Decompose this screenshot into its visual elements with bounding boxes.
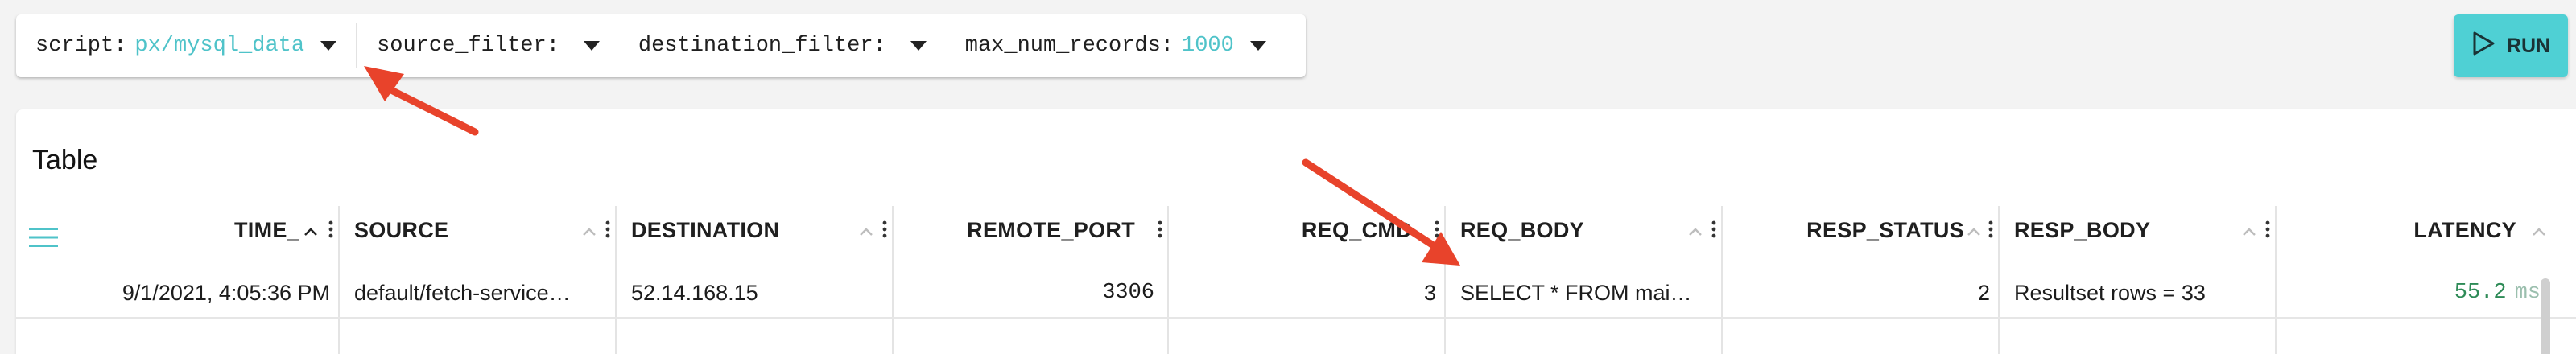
chevron-up-icon[interactable] — [2243, 225, 2256, 240]
cell-source: default/fetch-service… — [354, 280, 571, 305]
column-header-remote-port[interactable]: REMOTE_PORT — [908, 206, 1135, 254]
arg-source-filter[interactable]: source_filter: — [357, 14, 619, 77]
caret-down-icon[interactable] — [320, 41, 337, 51]
table-row[interactable]: 9/1/2021, 4:05:36 PM default/fetch-servi… — [16, 267, 2576, 319]
cell-resp-body: Resultset rows = 33 — [2014, 280, 2206, 305]
arg-max-num-records-value[interactable]: 1000 — [1182, 34, 1234, 58]
column-header-label: TIME_ — [233, 217, 299, 242]
kebab-icon[interactable] — [1711, 220, 1716, 242]
column-header-label: SOURCE — [354, 217, 449, 242]
kebab-icon[interactable] — [882, 220, 887, 242]
column-header-latency[interactable]: LATENCY — [2291, 206, 2516, 254]
table-panel: Table TIME_ SOURCE DESTINATION REMOTE_PO… — [16, 109, 2576, 354]
column-header-label: RESP_STATUS — [1806, 217, 1964, 242]
kebab-icon[interactable] — [1435, 220, 1439, 242]
column-header-label: REQ_BODY — [1460, 217, 1584, 242]
chevron-up-icon[interactable] — [304, 225, 317, 240]
arg-source-filter-key: source_filter: — [377, 34, 559, 58]
kebab-icon[interactable] — [605, 220, 610, 242]
panel-title: Table — [32, 145, 98, 175]
chevron-up-icon[interactable] — [1689, 225, 1702, 240]
caret-down-icon[interactable] — [910, 41, 927, 51]
cell-req-body: SELECT * FROM mai… — [1460, 280, 1692, 305]
kebab-icon[interactable] — [328, 220, 333, 242]
cell-time: 9/1/2021, 4:05:36 PM — [122, 280, 330, 305]
caret-down-icon[interactable] — [1249, 41, 1266, 51]
cell-latency: 55.2 ms — [2291, 267, 2541, 319]
column-header-label: LATENCY — [2413, 217, 2516, 242]
cell-destination: 52.14.168.15 — [631, 280, 758, 305]
latency-value: 55.2 — [2454, 281, 2507, 305]
cell-remote-port: 3306 — [1102, 281, 1154, 305]
kebab-icon[interactable] — [1158, 220, 1162, 242]
column-header-label: DESTINATION — [631, 217, 780, 242]
chevron-up-icon[interactable] — [583, 225, 596, 240]
arg-script[interactable]: script: px/mysql_data — [16, 14, 356, 77]
latency-unit: ms — [2514, 281, 2541, 305]
run-button[interactable]: RUN — [2454, 14, 2568, 77]
arg-destination-filter-key: destination_filter: — [638, 34, 886, 58]
arg-max-num-records-key: max_num_records: — [964, 34, 1174, 58]
cell-resp-status: 2 — [1977, 280, 1990, 305]
kebab-icon[interactable] — [1988, 220, 1993, 242]
script-args-toolbar: script: px/mysql_data source_filter: des… — [16, 14, 1306, 77]
caret-down-icon[interactable] — [583, 41, 600, 51]
column-header-label: REMOTE_PORT — [967, 217, 1135, 242]
chevron-up-icon[interactable] — [860, 225, 873, 240]
run-label: RUN — [2506, 34, 2551, 57]
cell-req-cmd: 3 — [1423, 280, 1436, 305]
column-header-time[interactable]: TIME_ — [64, 206, 299, 254]
play-icon — [2471, 31, 2496, 62]
column-header-source[interactable]: SOURCE — [354, 206, 588, 254]
kebab-icon[interactable] — [2265, 220, 2270, 242]
chevron-up-icon[interactable] — [1967, 225, 1980, 240]
table-header: TIME_ SOURCE DESTINATION REMOTE_PORT REQ… — [16, 206, 2576, 354]
chevron-up-icon[interactable] — [2533, 225, 2545, 240]
column-header-label: REQ_CMD — [1301, 217, 1412, 242]
column-header-req-cmd[interactable]: REQ_CMD — [1183, 206, 1412, 254]
column-header-label: RESP_BODY — [2014, 217, 2151, 242]
column-header-req-body[interactable]: REQ_BODY — [1460, 206, 1694, 254]
arg-max-num-records[interactable]: max_num_records: 1000 — [946, 14, 1286, 77]
vertical-scrollbar[interactable] — [2541, 278, 2550, 354]
column-header-resp-status[interactable]: RESP_STATUS — [1737, 206, 1964, 254]
arg-script-value[interactable]: px/mysql_data — [134, 34, 304, 58]
arg-script-key: script: — [35, 34, 127, 58]
arg-destination-filter[interactable]: destination_filter: — [619, 14, 946, 77]
column-header-resp-body[interactable]: RESP_BODY — [2014, 206, 2248, 254]
column-header-destination[interactable]: DESTINATION — [631, 206, 865, 254]
